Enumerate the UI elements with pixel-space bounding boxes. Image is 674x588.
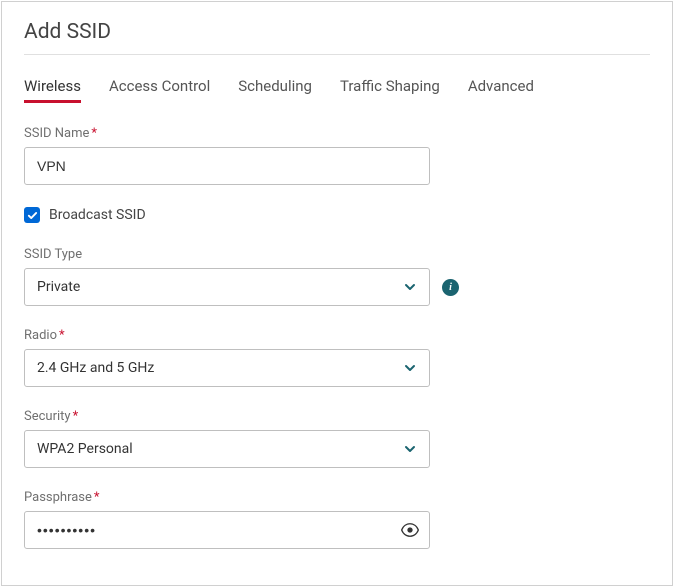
field-ssid-name: SSID Name* [24,126,650,185]
select-security-value: WPA2 Personal [37,441,133,457]
page-title: Add SSID [24,20,650,55]
tab-advanced[interactable]: Advanced [468,73,534,101]
input-ssid-name[interactable] [24,147,430,185]
label-passphrase-text: Passphrase [24,490,92,505]
field-passphrase: Passphrase* [24,490,650,549]
required-marker: * [94,490,100,505]
tab-traffic-shaping[interactable]: Traffic Shaping [340,73,440,101]
checkbox-broadcast-ssid[interactable] [24,207,40,223]
select-ssid-type[interactable]: Private [24,268,430,306]
add-ssid-panel: Add SSID Wireless Access Control Schedul… [1,1,673,586]
tab-wireless[interactable]: Wireless [24,73,81,101]
label-ssid-name: SSID Name* [24,126,650,141]
label-passphrase: Passphrase* [24,490,650,505]
required-marker: * [91,126,97,141]
label-broadcast-ssid: Broadcast SSID [49,207,146,223]
info-icon[interactable]: i [442,279,459,296]
field-security: Security* WPA2 Personal [24,409,650,468]
field-radio: Radio* 2.4 GHz and 5 GHz [24,328,650,387]
tablist: Wireless Access Control Scheduling Traff… [24,73,650,102]
label-security: Security* [24,409,650,424]
select-radio-value: 2.4 GHz and 5 GHz [37,360,154,376]
chevron-down-icon [403,442,417,456]
field-ssid-type: SSID Type Private i [24,247,650,306]
label-radio-text: Radio [24,328,57,343]
required-marker: * [59,328,65,343]
label-ssid-name-text: SSID Name [24,126,89,141]
required-marker: * [73,409,79,424]
label-ssid-type: SSID Type [24,247,650,262]
chevron-down-icon [403,361,417,375]
label-security-text: Security [24,409,71,424]
check-icon [27,210,38,221]
eye-icon[interactable] [400,520,420,540]
select-security[interactable]: WPA2 Personal [24,430,430,468]
label-radio: Radio* [24,328,650,343]
tab-scheduling[interactable]: Scheduling [238,73,312,101]
chevron-down-icon [403,280,417,294]
field-broadcast-ssid: Broadcast SSID [24,207,650,223]
tab-access-control[interactable]: Access Control [109,73,210,101]
input-passphrase[interactable] [24,511,430,549]
select-radio[interactable]: 2.4 GHz and 5 GHz [24,349,430,387]
select-ssid-type-value: Private [37,279,80,295]
form-wireless: SSID Name* Broadcast SSID SSID Type Priv… [24,112,650,549]
